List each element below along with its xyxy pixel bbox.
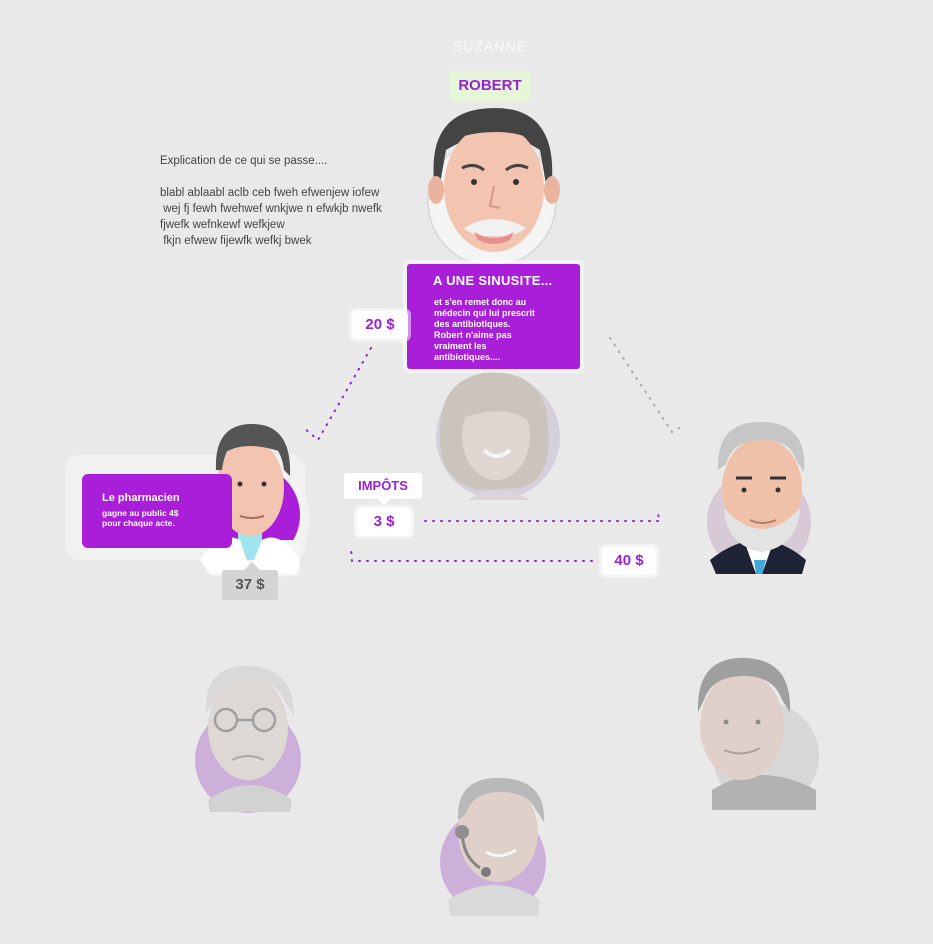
- explanation-line: fkjn efwew fijewfk wefkj bwek: [160, 235, 312, 247]
- pharmacist-card-body: gagne au public 4$ pour chaque acte.: [102, 508, 232, 528]
- sinusite-card-body: et s'en remet donc au médecin qui lui pr…: [434, 297, 564, 363]
- pharmacist-card: Le pharmacien gagne au public 4$ pour ch…: [82, 474, 232, 548]
- sinusite-card-line: des antibiotiques.: [434, 319, 511, 329]
- connector-pharmacist-minister: [424, 510, 662, 522]
- suzanne-avatar: [436, 372, 560, 500]
- explanation-line: wej fj fewh fwehwef wnkjwe n efwkjb nwef…: [160, 203, 382, 215]
- explanation-title: Explication de ce qui se passe....: [160, 155, 328, 167]
- faded-avatar-man: [697, 657, 819, 810]
- pharmacist-card-title: Le pharmacien: [102, 492, 180, 504]
- price-37-badge: 37 $: [222, 562, 278, 600]
- impots-label: IMPÔTS: [344, 473, 422, 505]
- sinusite-card-title: A UNE SINUSITE...: [433, 273, 553, 288]
- pharmacist-card-line: pour chaque acte.: [102, 518, 175, 528]
- sinusite-card-line: Robert n'aime pas: [434, 330, 512, 340]
- faded-avatar-headset: [440, 777, 546, 916]
- connector-robert-minister: [609, 337, 684, 434]
- faded-avatar-glasses: [195, 665, 301, 813]
- price-20-badge: 20 $: [352, 311, 408, 339]
- sinusite-card: A UNE SINUSITE... et s'en remet donc au …: [407, 264, 580, 369]
- explanation-line: fjwefk wefnkewf wefkjew: [160, 219, 285, 231]
- price-40-badge: 40 $: [602, 547, 656, 575]
- minister-avatar: [707, 421, 811, 574]
- robert-avatar: [427, 108, 560, 267]
- explanation-line: blabl ablaabl aclb ceb fweh efwenjew iof…: [160, 187, 380, 199]
- illustration-layer: [195, 108, 819, 916]
- robert-name-tag: ROBERT: [449, 71, 531, 101]
- pharmacist-card-line: gagne au public 4$: [102, 508, 179, 518]
- explanation-block: Explication de ce qui se passe.... blabl…: [160, 155, 420, 249]
- sinusite-card-line: antibiotiques....: [434, 352, 501, 362]
- connector-minister-pharmacist: [350, 548, 593, 562]
- sinusite-card-line: vraiment les: [434, 341, 487, 351]
- sinusite-card-line: médecin qui lui prescrit: [434, 308, 536, 318]
- price-3-badge: 3 $: [357, 508, 411, 536]
- sinusite-card-line: et s'en remet donc au: [434, 297, 527, 307]
- connector-robert-pharmacist: [303, 347, 372, 442]
